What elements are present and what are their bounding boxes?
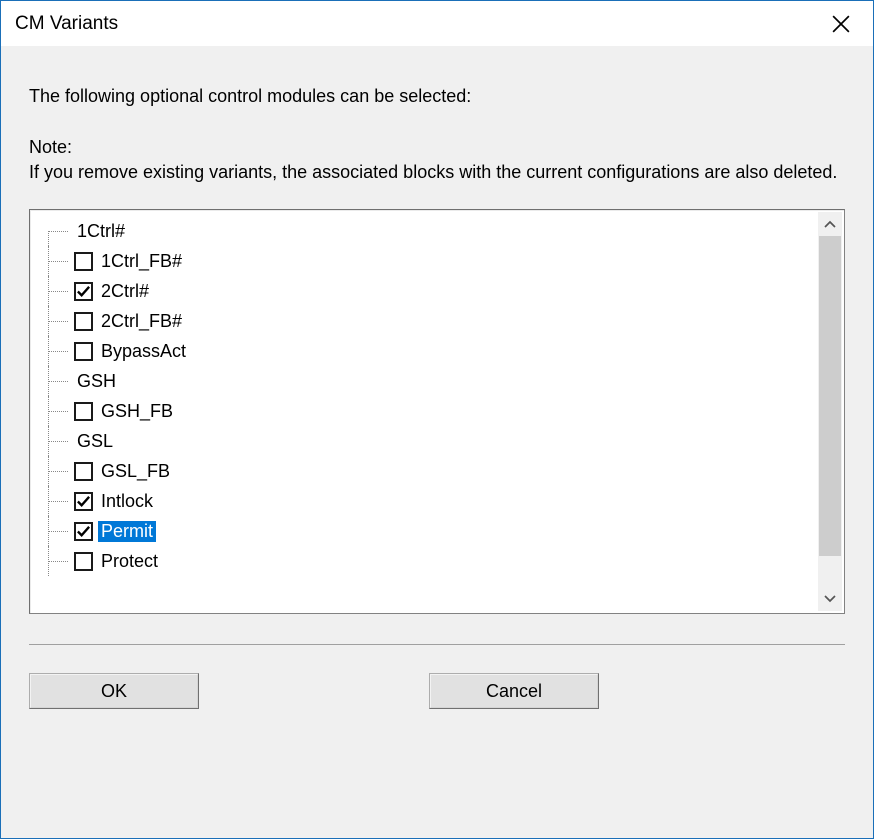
checkbox[interactable] <box>74 282 93 301</box>
close-icon <box>832 15 850 33</box>
tree-item[interactable]: 2Ctrl_FB# <box>48 306 844 336</box>
chevron-up-icon <box>824 220 836 228</box>
tree-item-label[interactable]: 1Ctrl# <box>74 221 128 242</box>
scrollbar[interactable] <box>818 212 842 611</box>
tree-item[interactable]: Intlock <box>48 486 844 516</box>
close-button[interactable] <box>818 4 863 44</box>
check-icon <box>76 284 91 299</box>
scroll-down-button[interactable] <box>818 587 842 611</box>
cancel-button[interactable]: Cancel <box>429 673 599 709</box>
tree-item-label[interactable]: 2Ctrl# <box>98 281 152 302</box>
tree-item-label[interactable]: GSL_FB <box>98 461 173 482</box>
tree-item[interactable]: Protect <box>48 546 844 576</box>
checkbox[interactable] <box>74 462 93 481</box>
scroll-up-button[interactable] <box>818 212 842 236</box>
tree-item-label[interactable]: BypassAct <box>98 341 189 362</box>
tree-item[interactable]: BypassAct <box>48 336 844 366</box>
checkbox[interactable] <box>74 402 93 421</box>
note-block: Note: If you remove existing variants, t… <box>29 135 845 185</box>
check-icon <box>76 494 91 509</box>
tree-item-label[interactable]: GSL <box>74 431 116 452</box>
dialog-content: The following optional control modules c… <box>1 46 873 838</box>
separator <box>29 644 845 645</box>
tree-item[interactable]: GSL <box>48 426 844 456</box>
tree-item[interactable]: GSL_FB <box>48 456 844 486</box>
variant-tree: 1Ctrl# 1Ctrl_FB# 2Ctrl# 2Ctrl_FB# BypassAct G… <box>29 209 845 614</box>
checkbox[interactable] <box>74 342 93 361</box>
scroll-track[interactable] <box>818 236 842 587</box>
button-row: OK Cancel <box>29 673 845 719</box>
intro-text: The following optional control modules c… <box>29 86 845 107</box>
tree-item-label[interactable]: 1Ctrl_FB# <box>98 251 185 272</box>
tree-item[interactable]: 1Ctrl# <box>48 216 844 246</box>
note-label: Note: <box>29 135 845 160</box>
checkbox[interactable] <box>74 312 93 331</box>
tree-item[interactable]: 2Ctrl# <box>48 276 844 306</box>
dialog-title: CM Variants <box>15 13 118 35</box>
checkbox[interactable] <box>74 552 93 571</box>
tree-item[interactable]: GSH <box>48 366 844 396</box>
cm-variants-dialog: CM Variants The following optional contr… <box>0 0 874 839</box>
tree-item-label[interactable]: Permit <box>98 521 156 542</box>
checkbox[interactable] <box>74 492 93 511</box>
tree-item-label[interactable]: GSH <box>74 371 119 392</box>
tree-item-label[interactable]: Intlock <box>98 491 156 512</box>
check-icon <box>76 524 91 539</box>
tree-item[interactable]: GSH_FB <box>48 396 844 426</box>
scroll-thumb[interactable] <box>819 236 841 556</box>
chevron-down-icon <box>824 595 836 603</box>
checkbox[interactable] <box>74 252 93 271</box>
tree-content: 1Ctrl# 1Ctrl_FB# 2Ctrl# 2Ctrl_FB# BypassAct G… <box>30 210 844 613</box>
tree-item[interactable]: 1Ctrl_FB# <box>48 246 844 276</box>
tree-item[interactable]: Permit <box>48 516 844 546</box>
titlebar: CM Variants <box>1 1 873 46</box>
tree-item-label[interactable]: Protect <box>98 551 161 572</box>
ok-button[interactable]: OK <box>29 673 199 709</box>
checkbox[interactable] <box>74 522 93 541</box>
note-text: If you remove existing variants, the ass… <box>29 160 845 185</box>
tree-item-label[interactable]: GSH_FB <box>98 401 176 422</box>
tree-item-label[interactable]: 2Ctrl_FB# <box>98 311 185 332</box>
